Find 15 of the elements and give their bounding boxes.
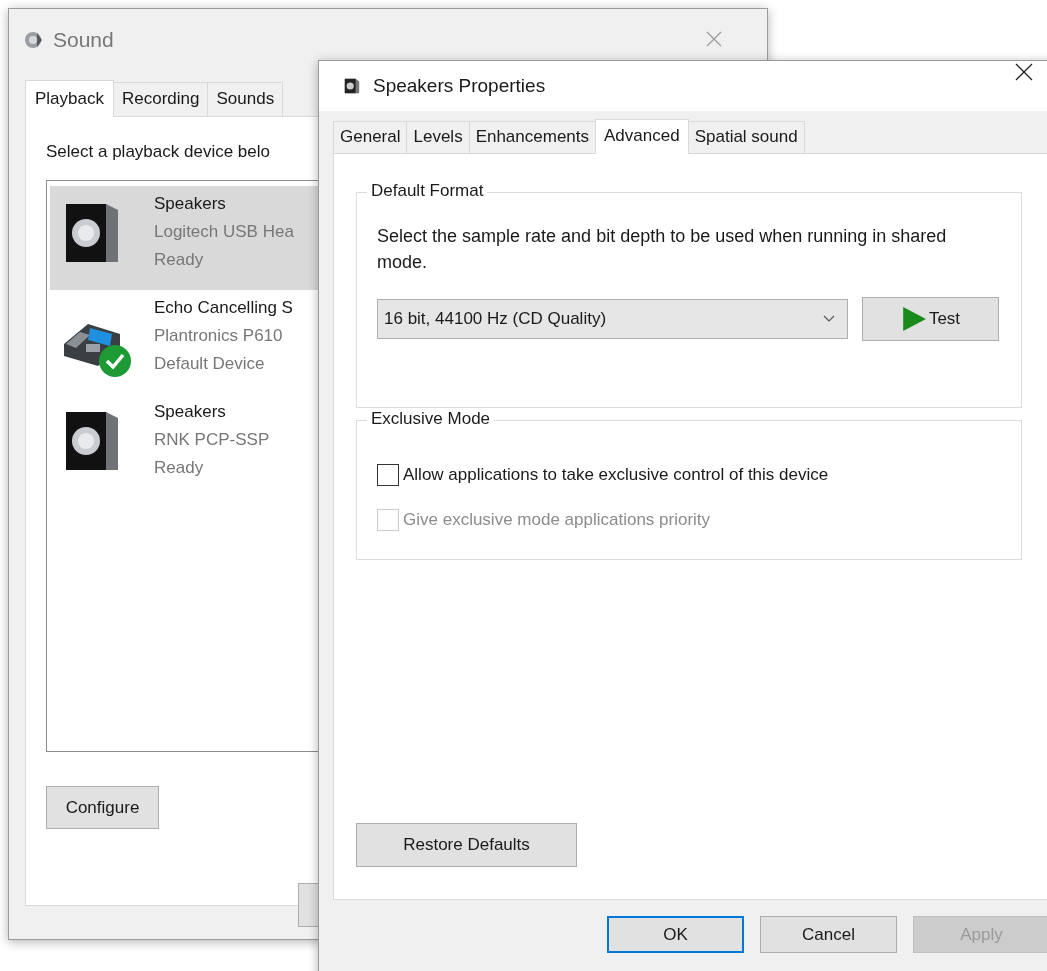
description-text: Select the sample rate and bit depth to be used when running in shared mode.: [377, 225, 948, 274]
instruction-text: Select a playback device belo: [46, 142, 271, 162]
device-name: Echo Cancelling S: [154, 297, 293, 319]
device-description: RNK PCP-SSP: [154, 429, 270, 451]
checkbox-label: Give exclusive mode applications priority: [403, 510, 711, 530]
device-status: Ready: [154, 249, 205, 271]
device-description: Logitech USB Hea: [154, 221, 294, 243]
device-status: Default Device: [154, 353, 266, 375]
device-name: Speakers: [154, 401, 227, 423]
window-title: Sound: [53, 28, 114, 52]
window-title: Speakers Properties: [373, 75, 546, 97]
device-description: Plantronics P610: [154, 325, 284, 347]
device-status: Ready: [154, 457, 205, 479]
checkbox-label: Allow applications to take exclusive control of this device: [403, 465, 829, 485]
device-name: Speakers: [154, 193, 227, 215]
